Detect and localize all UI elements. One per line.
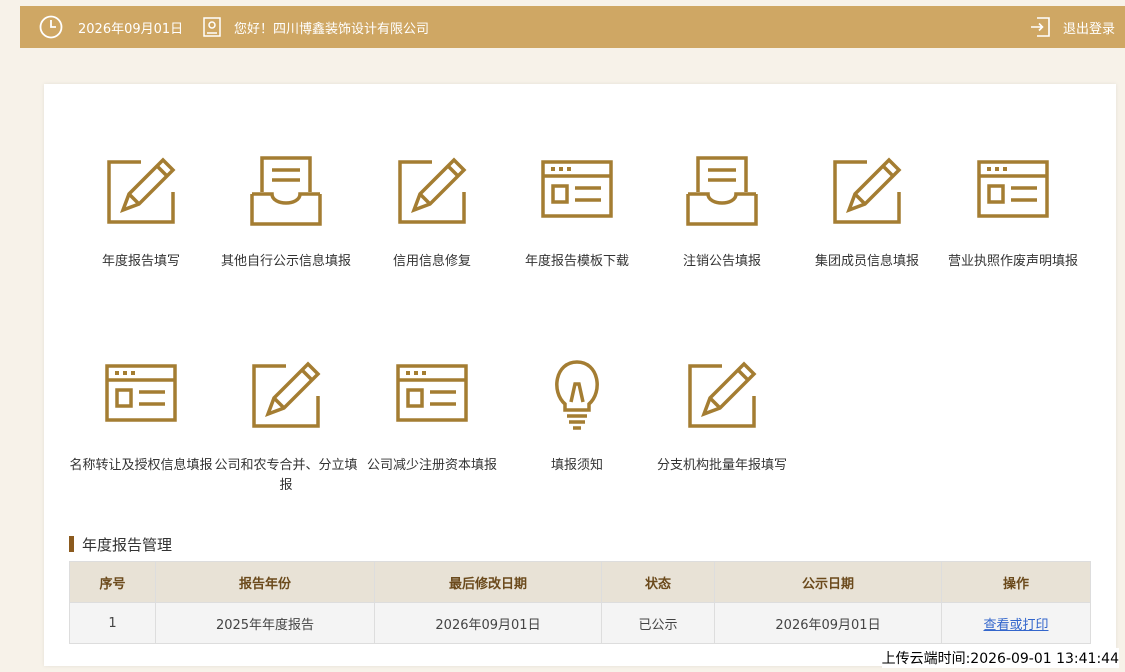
table-cell: 查看或打印 xyxy=(941,602,1091,644)
window-icon xyxy=(541,160,613,218)
table-cell: 1 xyxy=(69,602,156,644)
tile-label: 公司和农专合并、分立填报 xyxy=(214,458,358,493)
section-title: 年度报告管理 xyxy=(69,534,172,554)
tile-other-disclosure[interactable]: 其他自行公示信息填报 xyxy=(213,154,359,272)
lightbulb-icon xyxy=(555,360,599,430)
tile-label: 填报须知 xyxy=(550,458,603,473)
column-header: 最后修改日期 xyxy=(374,561,602,603)
tile-filing-notice[interactable]: 填报须知 xyxy=(504,358,650,476)
tile-label: 营业执照作废声明填报 xyxy=(947,254,1078,269)
logout-icon[interactable] xyxy=(1029,6,1051,48)
tile-label: 年度报告模板下载 xyxy=(524,254,629,269)
tile-label: 名称转让及授权信息填报 xyxy=(69,458,213,473)
tile-annual-report-fill[interactable]: 年度报告填写 xyxy=(68,154,214,272)
table-row: 1 2025年年度报告 2026年09月01日 已公示 2026年09月01日 … xyxy=(69,602,1091,644)
table-cell: 2026年09月01日 xyxy=(374,602,602,644)
edit-icon xyxy=(398,157,467,224)
column-header: 公示日期 xyxy=(714,561,942,603)
section-marker xyxy=(69,536,74,552)
tile-name-transfer[interactable]: 名称转让及授权信息填报 xyxy=(68,358,214,476)
table-cell: 2026年09月01日 xyxy=(714,602,942,644)
window-icon xyxy=(977,160,1049,218)
tile-merge-split[interactable]: 公司和农专合并、分立填报 xyxy=(213,358,359,496)
current-date: 2026年09月01日 xyxy=(78,21,184,37)
main-card: 年度报告填写 其他自行公示信息填报 信用信息修复 年度报告模板下载 注销公告填报… xyxy=(44,84,1116,666)
upload-time: 上传云端时间:2026-09-01 13:41:44 xyxy=(881,648,1119,668)
tile-label: 分支机构批量年报填写 xyxy=(656,458,787,473)
tile-label: 年度报告填写 xyxy=(101,254,180,269)
tile-label: 其他自行公示信息填报 xyxy=(220,254,351,269)
clock-icon xyxy=(38,6,64,48)
tile-license-void[interactable]: 营业执照作废声明填报 xyxy=(940,154,1086,272)
column-header: 报告年份 xyxy=(155,561,375,603)
inbox-icon xyxy=(686,156,758,226)
tile-credit-repair[interactable]: 信用信息修复 xyxy=(359,154,505,272)
tile-label: 注销公告填报 xyxy=(682,254,761,269)
edit-icon xyxy=(833,157,902,224)
window-icon xyxy=(105,364,177,422)
tile-label: 集团成员信息填报 xyxy=(814,254,919,269)
tile-capital-reduction[interactable]: 公司减少注册资本填报 xyxy=(359,358,505,476)
view-or-print-link[interactable]: 查看或打印 xyxy=(983,618,1048,633)
edit-icon xyxy=(107,157,176,224)
tile-branch-batch-report[interactable]: 分支机构批量年报填写 xyxy=(649,358,795,476)
annual-report-table: 序号 报告年份 最后修改日期 状态 公示日期 操作 1 2025年年度报告 20… xyxy=(69,561,1091,644)
user-greeting: 您好！四川博鑫装饰设计有限公司 xyxy=(234,21,430,37)
edit-icon xyxy=(688,361,757,428)
user-card-icon xyxy=(202,6,222,48)
tile-label: 公司减少注册资本填报 xyxy=(366,458,497,473)
top-bar: 2026年09月01日 您好！四川博鑫装饰设计有限公司 退出登录 xyxy=(20,6,1125,48)
table-cell: 2025年年度报告 xyxy=(155,602,375,644)
column-header: 序号 xyxy=(69,561,156,603)
tile-template-download[interactable]: 年度报告模板下载 xyxy=(504,154,650,272)
tile-label: 信用信息修复 xyxy=(392,254,471,269)
inbox-icon xyxy=(250,156,322,226)
column-header: 状态 xyxy=(601,561,715,603)
window-icon xyxy=(396,364,468,422)
table-cell: 已公示 xyxy=(601,602,715,644)
column-header: 操作 xyxy=(941,561,1091,603)
tile-cancellation-notice[interactable]: 注销公告填报 xyxy=(649,154,795,272)
tile-group-members[interactable]: 集团成员信息填报 xyxy=(794,154,940,272)
table-header-row: 序号 报告年份 最后修改日期 状态 公示日期 操作 xyxy=(69,561,1091,603)
section-title-text: 年度报告管理 xyxy=(82,535,173,554)
logout-button[interactable]: 退出登录 xyxy=(1063,6,1115,48)
edit-icon xyxy=(252,361,321,428)
